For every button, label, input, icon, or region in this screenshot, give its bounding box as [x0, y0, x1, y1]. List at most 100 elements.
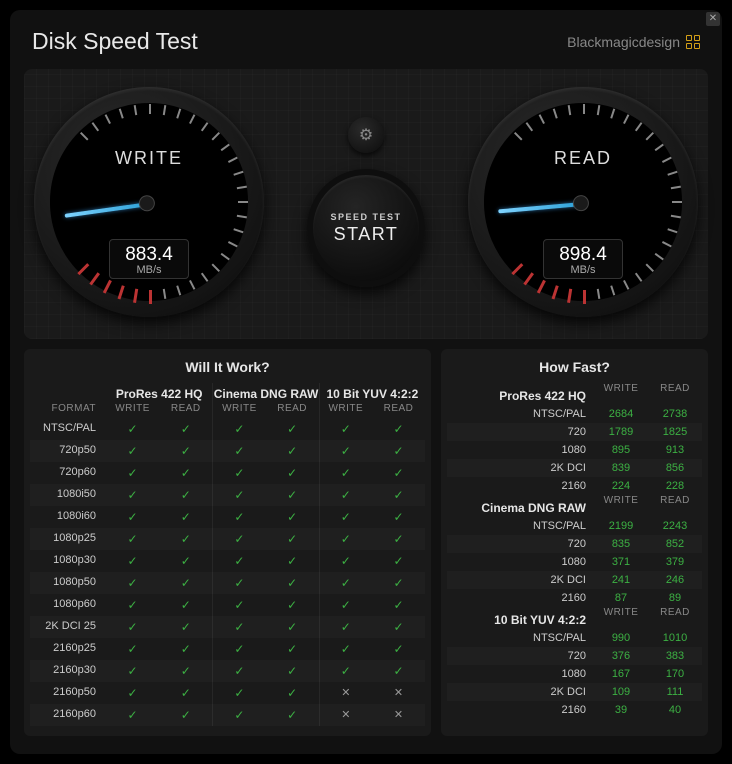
- write-needle: [65, 202, 150, 218]
- close-icon[interactable]: ✕: [706, 12, 720, 26]
- cross-icon: ✕: [319, 682, 372, 704]
- format-label: 1080p50: [30, 572, 106, 594]
- write-gauge-label: WRITE: [50, 148, 248, 169]
- read-unit: MB/s: [544, 264, 622, 276]
- check-icon: ✓: [319, 638, 372, 660]
- format-label: 1080p30: [30, 550, 106, 572]
- check-icon: ✓: [372, 506, 425, 528]
- check-icon: ✓: [212, 704, 265, 726]
- check-icon: ✓: [319, 440, 372, 462]
- sub-header: READ: [648, 607, 702, 629]
- check-icon: ✓: [372, 594, 425, 616]
- write-fps-value: 2684: [594, 405, 648, 423]
- format-label: 2160p30: [30, 660, 106, 682]
- header: Disk Speed Test Blackmagicdesign: [10, 10, 722, 69]
- check-icon: ✓: [319, 660, 372, 682]
- check-icon: ✓: [266, 704, 319, 726]
- read-fps-value: 852: [648, 535, 702, 553]
- check-icon: ✓: [159, 682, 212, 704]
- check-icon: ✓: [106, 660, 159, 682]
- sub-header: READ: [648, 383, 702, 405]
- check-icon: ✓: [319, 616, 372, 638]
- start-button-small-label: SPEED TEST: [330, 212, 401, 222]
- read-fps-value: 246: [648, 571, 702, 589]
- check-icon: ✓: [106, 638, 159, 660]
- read-fps-value: 2243: [648, 517, 702, 535]
- sub-header: READ: [159, 403, 212, 418]
- read-fps-value: 228: [648, 477, 702, 495]
- check-icon: ✓: [319, 594, 372, 616]
- format-label: 2160p60: [30, 704, 106, 726]
- cross-icon: ✕: [319, 704, 372, 726]
- format-label: 1080i50: [30, 484, 106, 506]
- sub-header: WRITE: [319, 403, 372, 418]
- check-icon: ✓: [319, 462, 372, 484]
- brand-logo-icon: [686, 35, 700, 49]
- write-readout: 883.4 MB/s: [109, 239, 189, 279]
- format-label: 2160p25: [30, 638, 106, 660]
- check-icon: ✓: [266, 440, 319, 462]
- check-icon: ✓: [212, 462, 265, 484]
- check-icon: ✓: [106, 440, 159, 462]
- sub-header: READ: [372, 403, 425, 418]
- start-button[interactable]: SPEED TEST START: [307, 169, 425, 287]
- check-icon: ✓: [372, 616, 425, 638]
- read-needle: [498, 202, 583, 213]
- read-fps-value: 1010: [648, 629, 702, 647]
- sub-header: WRITE: [594, 495, 648, 517]
- check-icon: ✓: [372, 638, 425, 660]
- check-icon: ✓: [106, 682, 159, 704]
- check-icon: ✓: [266, 506, 319, 528]
- check-icon: ✓: [212, 550, 265, 572]
- check-icon: ✓: [106, 572, 159, 594]
- check-icon: ✓: [159, 616, 212, 638]
- gauges-panel: WRITE 883.4 MB/s ⚙ SPEED TEST START: [24, 69, 708, 339]
- settings-button[interactable]: ⚙: [348, 117, 384, 153]
- check-icon: ✓: [319, 550, 372, 572]
- codec-group-header: ProRes 422 HQ: [106, 383, 212, 403]
- format-label: 720p50: [30, 440, 106, 462]
- write-fps-value: 109: [594, 683, 648, 701]
- resolution-label: NTSC/PAL: [447, 405, 594, 423]
- check-icon: ✓: [372, 660, 425, 682]
- check-icon: ✓: [106, 528, 159, 550]
- resolution-label: 2K DCI: [447, 571, 594, 589]
- how-fast-panel: How Fast? ProRes 422 HQWRITEREADNTSC/PAL…: [441, 349, 708, 736]
- codec-section-header: 10 Bit YUV 4:2:2: [447, 607, 594, 629]
- check-icon: ✓: [372, 528, 425, 550]
- check-icon: ✓: [159, 484, 212, 506]
- check-icon: ✓: [212, 682, 265, 704]
- check-icon: ✓: [159, 572, 212, 594]
- check-icon: ✓: [212, 660, 265, 682]
- check-icon: ✓: [319, 418, 372, 440]
- resolution-label: 1080: [447, 441, 594, 459]
- check-icon: ✓: [212, 418, 265, 440]
- check-icon: ✓: [266, 462, 319, 484]
- check-icon: ✓: [319, 528, 372, 550]
- read-fps-value: 1825: [648, 423, 702, 441]
- check-icon: ✓: [212, 616, 265, 638]
- check-icon: ✓: [372, 484, 425, 506]
- resolution-label: 2K DCI: [447, 459, 594, 477]
- check-icon: ✓: [212, 440, 265, 462]
- codec-section-header: ProRes 422 HQ: [447, 383, 594, 405]
- resolution-label: 1080: [447, 553, 594, 571]
- write-gauge: WRITE 883.4 MB/s: [34, 87, 264, 317]
- codec-group-header: Cinema DNG RAW: [212, 383, 318, 403]
- check-icon: ✓: [212, 528, 265, 550]
- format-header: FORMAT: [30, 403, 106, 418]
- write-fps-value: 990: [594, 629, 648, 647]
- brand-text: Blackmagicdesign: [567, 34, 680, 50]
- write-fps-value: 224: [594, 477, 648, 495]
- check-icon: ✓: [159, 550, 212, 572]
- check-icon: ✓: [372, 572, 425, 594]
- resolution-label: 720: [447, 535, 594, 553]
- check-icon: ✓: [106, 550, 159, 572]
- check-icon: ✓: [159, 528, 212, 550]
- codec-section-header: Cinema DNG RAW: [447, 495, 594, 517]
- write-fps-value: 835: [594, 535, 648, 553]
- check-icon: ✓: [266, 418, 319, 440]
- write-fps-value: 241: [594, 571, 648, 589]
- read-fps-value: 40: [648, 701, 702, 719]
- start-button-big-label: START: [334, 224, 399, 245]
